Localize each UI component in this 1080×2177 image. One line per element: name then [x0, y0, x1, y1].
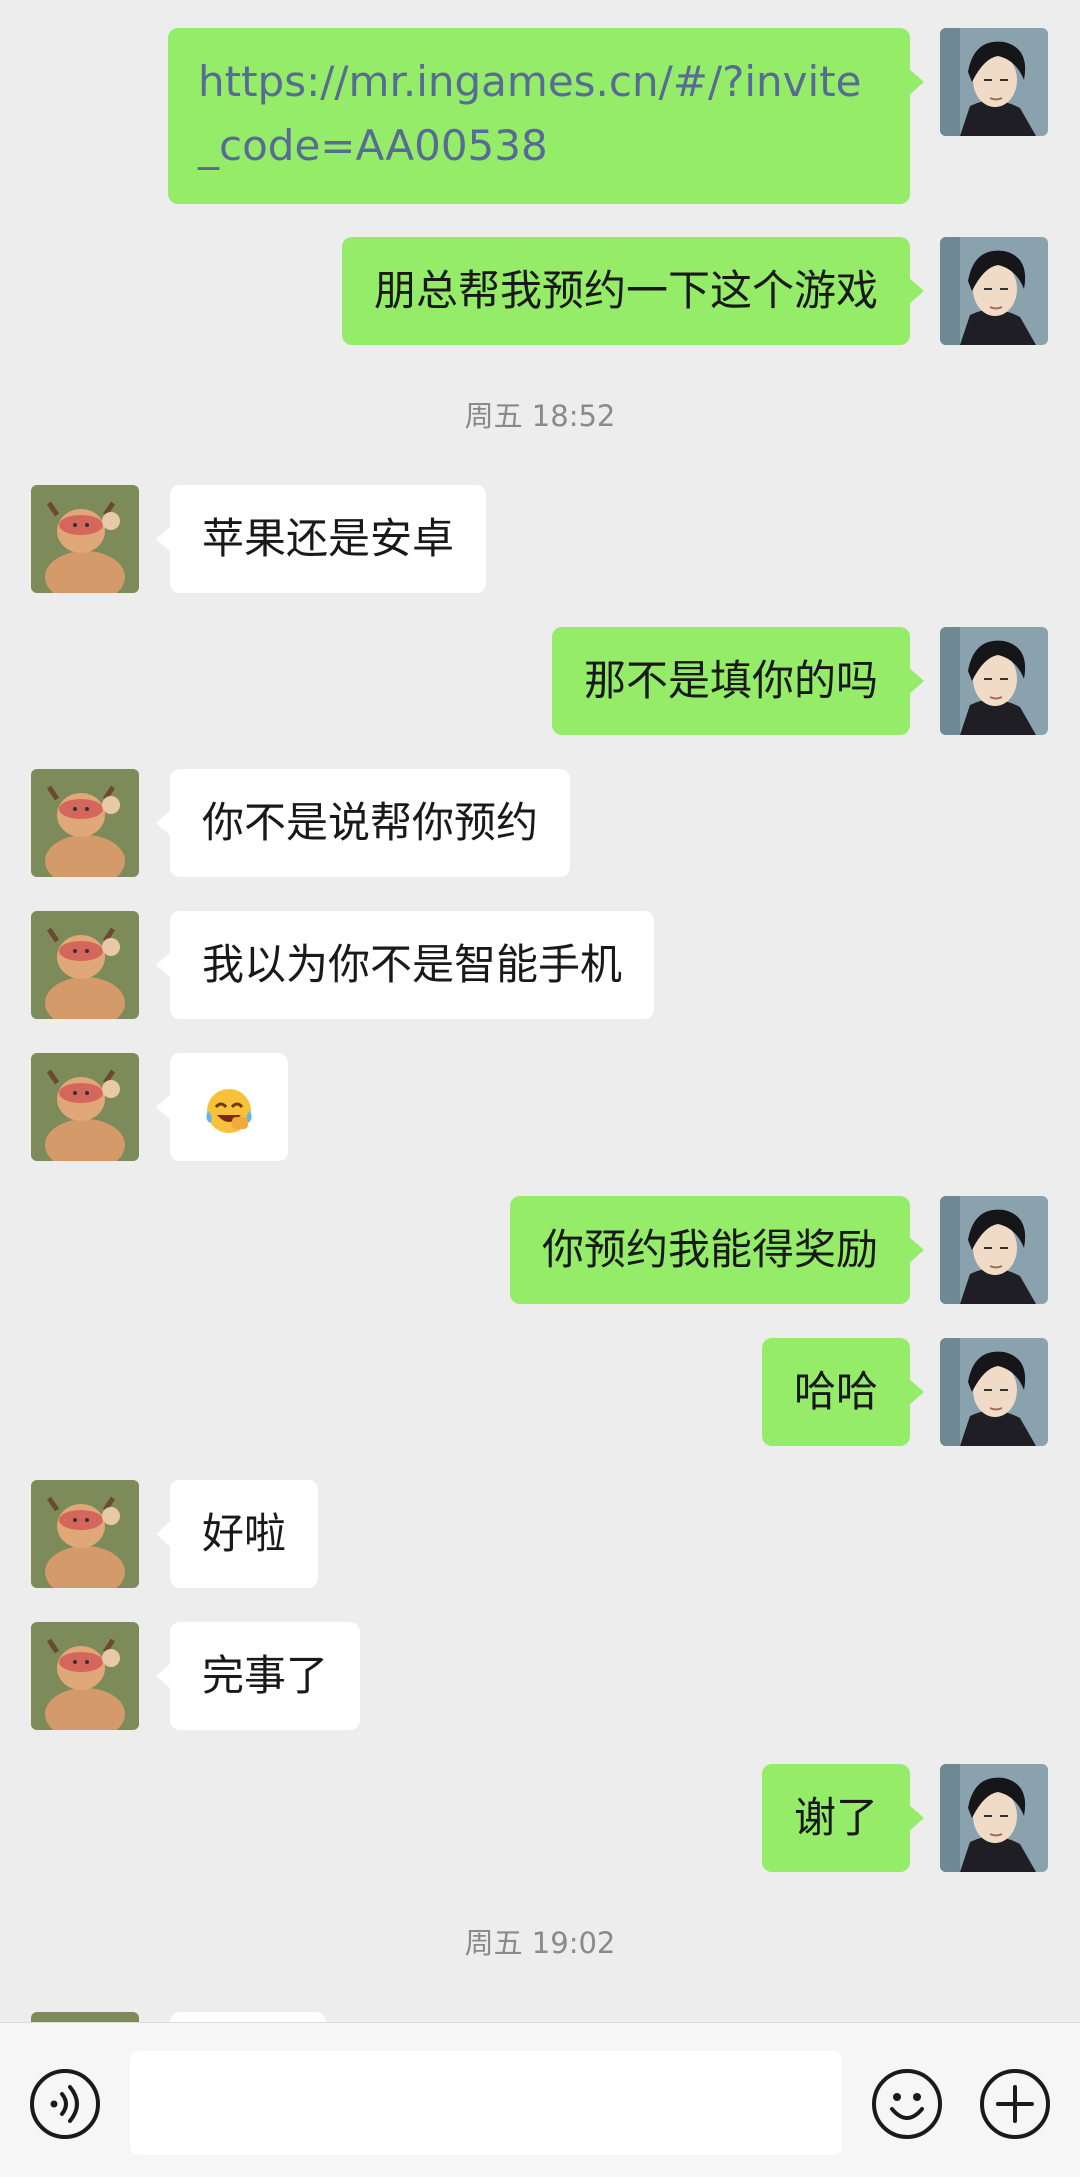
- message-link-text[interactable]: https://mr.ingames.cn/#/?invite_code=AA0…: [198, 57, 862, 170]
- message-bubble-received[interactable]: 我以为你不是智能手机: [155, 911, 655, 1019]
- timestamp: 周五 19:02: [464, 1926, 616, 1960]
- my-avatar[interactable]: [940, 1196, 1048, 1304]
- friend-avatar[interactable]: [31, 2012, 139, 2022]
- message-bubble-received[interactable]: 你不是说帮你预约: [155, 769, 571, 877]
- message-bubble-sent[interactable]: 朋总帮我预约一下这个游戏: [341, 237, 925, 345]
- voice-icon[interactable]: [28, 2067, 102, 2141]
- my-avatar[interactable]: [940, 1338, 1048, 1446]
- face-with-tears-of-joy-icon: [202, 1083, 256, 1137]
- message-bubble-received[interactable]: [156, 1053, 288, 1161]
- my-avatar[interactable]: [940, 1764, 1048, 1872]
- friend-avatar[interactable]: [31, 1480, 139, 1588]
- my-avatar[interactable]: [940, 627, 1048, 735]
- my-avatar[interactable]: [940, 237, 1048, 345]
- friend-avatar[interactable]: [31, 769, 139, 877]
- friend-avatar[interactable]: [31, 911, 139, 1019]
- input-bar: [0, 2022, 1080, 2177]
- my-avatar[interactable]: [940, 28, 1048, 136]
- message-bubble-sent[interactable]: 谢了: [761, 1764, 925, 1872]
- friend-avatar[interactable]: [31, 1053, 139, 1161]
- friend-avatar[interactable]: [31, 1622, 139, 1730]
- message-bubble-sent[interactable]: 那不是填你的吗: [551, 627, 925, 735]
- message-bubble-received[interactable]: [170, 2012, 326, 2022]
- friend-avatar[interactable]: [31, 485, 139, 593]
- message-bubble-received[interactable]: 好啦: [155, 1480, 319, 1588]
- message-bubble-received[interactable]: 苹果还是安卓: [155, 485, 487, 593]
- timestamp: 周五 18:52: [464, 399, 616, 433]
- message-bubble-sent[interactable]: 你预约我能得奖励: [509, 1196, 925, 1304]
- emoji-icon[interactable]: [870, 2067, 944, 2141]
- plus-icon[interactable]: [978, 2067, 1052, 2141]
- message-bubble-sent[interactable]: 哈哈: [761, 1338, 925, 1446]
- message-bubble-received[interactable]: 完事了: [155, 1622, 361, 1730]
- message-input[interactable]: [130, 2051, 842, 2155]
- message-bubble-link[interactable]: https://mr.ingames.cn/#/?invite_code=AA0…: [168, 28, 924, 204]
- chat-area[interactable]: https://mr.ingames.cn/#/?invite_code=AA0…: [0, 0, 1080, 2022]
